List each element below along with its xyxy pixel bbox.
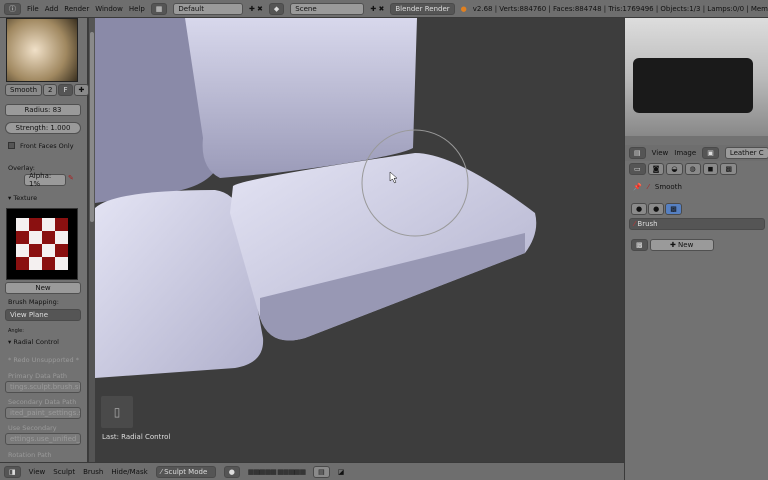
viewport-header: ◨ View Sculpt Brush Hide/Mask ⁄ Sculpt M… [0,462,624,480]
layout-field[interactable]: Default [173,2,243,15]
texture-preview[interactable] [6,208,78,280]
texture-tab-icon[interactable]: ▩ [720,163,738,175]
menu-help[interactable]: Help [129,5,145,13]
checker-texture [16,218,68,270]
texture-header[interactable]: ▾ Texture [8,194,37,202]
redo-unsupported: * Redo Unsupported * [8,356,79,364]
sculpt-mesh [95,18,537,378]
layer-buttons[interactable]: ▦▦▦▦▦ ▦▦▦▦▦ [248,468,306,476]
scene-icon[interactable]: ◆ [268,2,285,15]
new-texture-button[interactable]: ✚ New [649,239,714,251]
menu-add[interactable]: Add [45,5,59,13]
menu-hide-mask[interactable]: Hide/Mask [111,468,147,476]
properties-tabs: ▭ ◙ ◒ ◍ ◼ ▩ [629,163,738,175]
secondary-path-label: Secondary Data Path [8,398,77,406]
menu-view[interactable]: View [652,149,669,157]
menu-image[interactable]: Image [674,149,696,157]
properties-editor-icon[interactable]: ▭ [629,163,646,175]
brush-context-name: Smooth [654,183,682,191]
pin-icon[interactable]: 📌 [633,183,642,191]
right-panel: ▤ View Image ▣ Leather C ▭ ◙ ◒ ◍ ◼ ▩ 📌 ⁄… [624,18,768,480]
radial-control-label: Radial Control [13,338,59,346]
render-preview [625,18,768,136]
render-engine-select[interactable]: Blender Render [390,2,455,15]
texture-header-label: Texture [13,194,38,202]
brush-icon: ⁄ [647,183,649,191]
add-brush-icon[interactable]: ✚ [73,84,90,96]
3d-viewport[interactable]: ▯ Last: Radial Control [95,18,624,462]
material-texture-icon[interactable]: ● [648,203,665,215]
texture-slot-select[interactable]: ⁄ Brush [629,218,765,230]
front-faces-label: Front Faces Only [20,142,74,150]
use-secondary-field[interactable]: ettings.use_unified_size [5,433,81,445]
radial-control-header[interactable]: ▾ Radial Control [8,338,59,346]
layer-lock-icon[interactable]: ▤ [313,465,330,478]
new-label: New [678,241,694,249]
brush-name-field[interactable]: Smooth [5,84,43,96]
back-cushion-right [185,18,417,178]
menu-sculpt[interactable]: Sculpt [53,468,75,476]
shading-select[interactable]: ● [223,465,240,478]
add-layout-icon[interactable]: ✚ ✖ [249,5,263,13]
mode-select[interactable]: ⁄ Sculpt Mode [155,465,216,478]
editor-type-button[interactable]: ▤ [629,147,646,159]
texture-new-row: ▩ ✚ New [631,239,714,251]
render-tab-icon[interactable]: ◙ [647,163,665,175]
scene-tab-icon[interactable]: ◒ [666,163,683,175]
image-editor-header: ▤ View Image ▣ Leather C [625,145,768,161]
menu-window[interactable]: Window [95,5,123,13]
context-path: 📌 ⁄ Smooth [633,183,682,191]
rotation-path-label: Rotation Path [8,451,52,459]
brush-mapping-label: Brush Mapping: [8,298,59,306]
world-tab-icon[interactable]: ◍ [684,163,701,175]
menu-view[interactable]: View [29,468,46,476]
primary-path-label: Primary Data Path [8,372,68,380]
front-faces-checkbox[interactable] [8,142,15,149]
scene-field[interactable]: Scene [290,2,365,15]
color-picker-icon[interactable]: ✎ [68,174,74,182]
secondary-path-field[interactable]: ited_paint_settings.size [5,407,81,419]
blender-logo-icon: ● [460,4,467,13]
image-name-field[interactable]: Leather C [724,147,768,159]
primary-path-field[interactable]: tings.sculpt.brush.size [5,381,81,393]
angle-label: Angle: [8,328,24,334]
top-header: ⓘ File Add Render Window Help ▦ Default … [0,0,768,18]
last-operator-label: Last: Radial Control [102,433,171,441]
editor-type-button[interactable]: ◨ [4,465,21,478]
mouse-icon: ▯ [101,396,133,428]
overlay-label: Overlay: [8,164,35,172]
render-icon[interactable]: ◪ [338,468,345,476]
alpha-slider[interactable]: Alpha: 1% [24,172,66,188]
strength-slider[interactable]: Strength: 1.000 [5,122,81,134]
use-secondary-label: Use Secondary [8,424,57,432]
layout-icon[interactable]: ▦ [150,2,168,15]
image-browse-icon[interactable]: ▣ [702,147,719,159]
tool-shelf: Smooth 2 F ✚ ✖ Radius: 83 Strength: 1.00… [0,18,107,462]
menu-file[interactable]: File [27,5,39,13]
sofa-render [633,58,753,113]
new-texture-button[interactable]: New [5,282,81,294]
brush-preview[interactable] [6,18,78,82]
fake-user-button[interactable]: F [58,84,73,96]
texture-slot-label: Brush [637,220,658,228]
menu-brush[interactable]: Brush [83,468,103,476]
radius-slider[interactable]: Radius: 83 [5,104,81,116]
texture-browse-icon[interactable]: ▩ [631,239,648,251]
menu-render[interactable]: Render [64,5,89,13]
brush-texture-icon[interactable]: ▩ [665,203,682,215]
mode-label: Sculpt Mode [164,467,208,476]
add-scene-icon[interactable]: ✚ ✖ [370,5,384,13]
brush-users[interactable]: 2 [43,84,58,96]
object-tab-icon[interactable]: ◼ [702,163,719,175]
editor-type-button[interactable]: ⓘ [4,2,21,15]
texture-type-buttons: ● ● ▩ [631,203,682,215]
brush-mapping-select[interactable]: View Plane [5,309,81,321]
scene-stats: v2.68 | Verts:884760 | Faces:884748 | Tr… [472,4,768,13]
world-texture-icon[interactable]: ● [631,203,648,215]
